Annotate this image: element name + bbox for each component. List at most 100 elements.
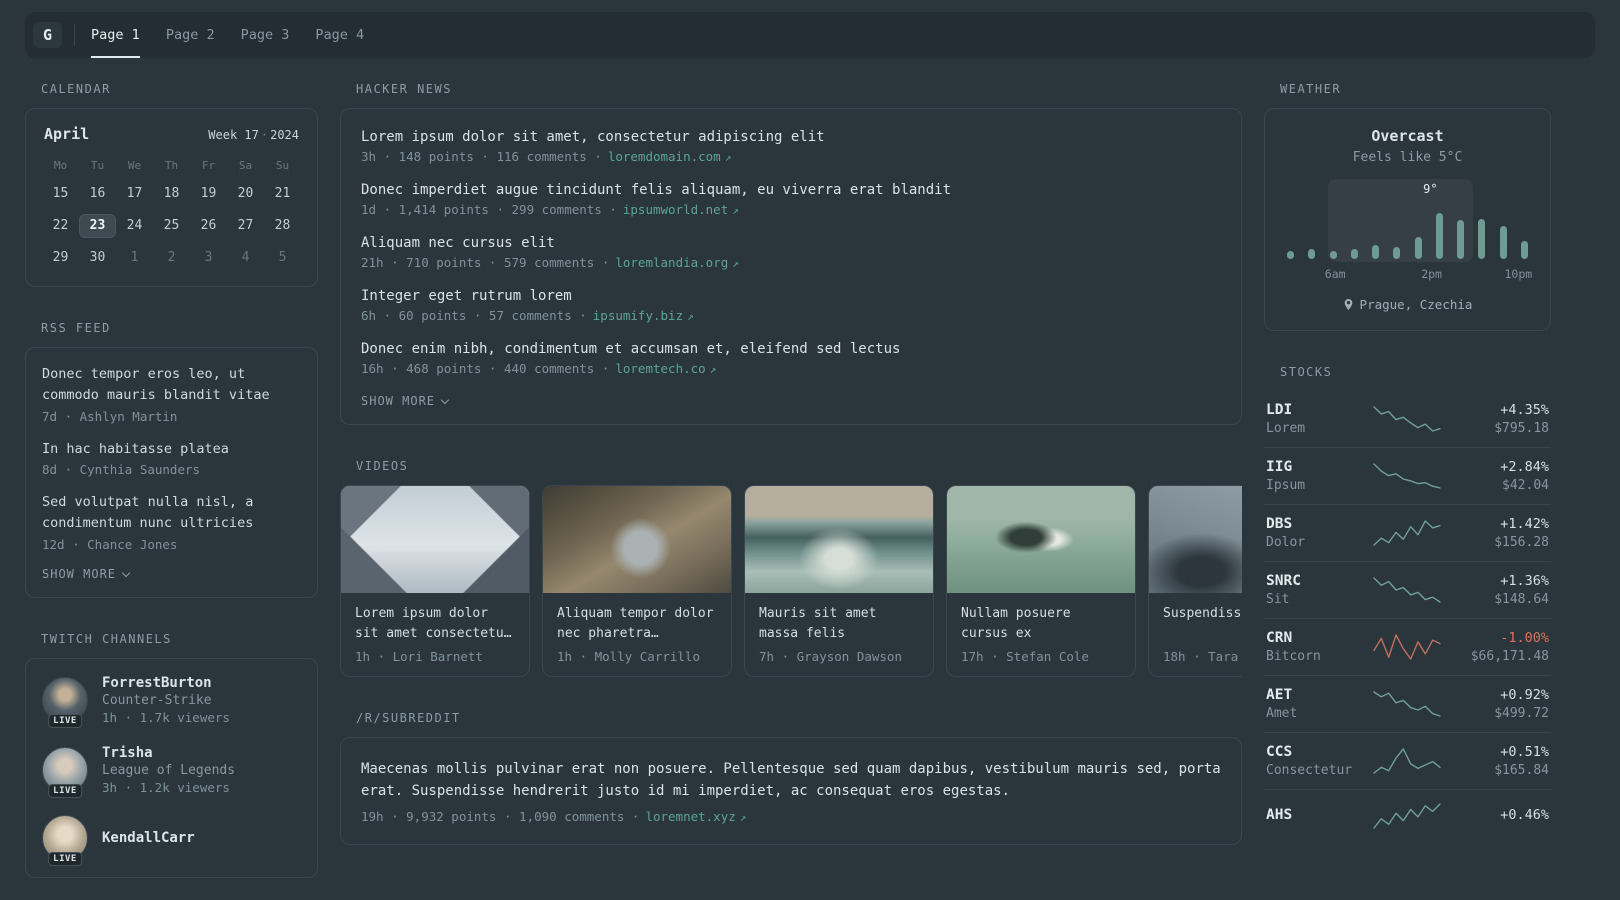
hn-item: Lorem ipsum dolor sit amet, consectetur … [361,129,1221,164]
hn-item-title[interactable]: Aliquam nec cursus elit [361,235,1221,251]
twitch-channel[interactable]: LIVE KendallCarr [42,814,301,866]
hn-item: Aliquam nec cursus elit 21h · 710 points… [361,235,1221,270]
calendar-day-next-month: 4 [241,250,250,265]
video-meta: 1h · Lori Barnett [355,649,483,664]
weather-feels-like: Feels like 5°C [1352,150,1463,165]
hn-item-domain[interactable]: loremlandia.org ↗ [615,255,739,270]
hn-show-more-button[interactable]: SHOW MORE [361,394,1221,408]
stock-price: $148.64 [1494,592,1549,607]
channel-name[interactable]: KendallCarr [102,830,195,846]
stock-sparkline [1372,801,1443,831]
hn-item-stats: 3h · 148 points · 116 comments · [361,149,602,164]
stock-name: Amet [1266,706,1298,721]
stock-ticker: CCS [1266,744,1293,760]
hn-item-title[interactable]: Lorem ipsum dolor sit amet, consectetur … [361,129,1221,145]
channel-category[interactable]: Counter-Strike [102,693,230,708]
rss-show-more-button[interactable]: SHOW MORE [42,567,301,581]
rss-item[interactable]: Donec tempor eros leo, ut commodo mauris… [42,364,301,424]
stock-ticker: SNRC [1266,573,1301,589]
hn-item-title[interactable]: Integer eget rutrum lorem [361,288,1221,304]
reddit-post-title[interactable]: Maecenas mollis pulvinar erat non posuer… [361,758,1221,803]
rss-item[interactable]: In hac habitasse platea 8d · Cynthia Sau… [42,439,301,477]
stock-row[interactable]: IIG Ipsum +2.84% $42.04 [1264,448,1551,505]
calendar-day: 15 [52,186,69,201]
channel-category[interactable]: League of Legends [102,763,235,778]
external-link-icon: ↗ [709,363,717,376]
tab-page-3[interactable]: Page 3 [241,12,290,58]
domain-label: loremtech.co [615,361,706,376]
hn-item-stats: 6h · 60 points · 57 comments · [361,308,587,323]
stock-sparkline [1372,746,1443,776]
peak-temperature-label: 9° [1423,182,1438,196]
tab-page-2[interactable]: Page 2 [166,12,215,58]
stock-row[interactable]: AET Amet +0.92% $499.72 [1264,676,1551,733]
calendar-day: 28 [274,218,291,233]
topbar: G Page 1 Page 2 Page 3 Page 4 [25,12,1595,58]
video-title: Aliquam tempor dolor nec pharetra… [557,606,714,641]
video-card[interactable]: Suspendisse diam 18h · Tara [1148,485,1242,677]
weather-location[interactable]: Prague, Czechia [1282,297,1533,312]
stock-ticker: AET [1266,687,1293,703]
calendar-dates-grid: 15 16 17 18 19 20 21 22 23 24 25 26 27 2… [42,182,301,270]
hn-item-domain[interactable]: ipsumworld.net ↗ [623,202,739,217]
weather-card: Overcast Feels like 5°C 9° 6am 2pm 10pm [1264,108,1551,331]
rss-item-title[interactable]: In hac habitasse platea [42,439,301,460]
stock-name: Consectetur [1266,763,1353,778]
video-title: Lorem ipsum dolor sit amet consectetu… [355,606,512,641]
external-link-icon: ↗ [732,257,739,270]
video-title: Suspendisse diam [1163,606,1242,621]
tab-page-4[interactable]: Page 4 [315,12,364,58]
hn-item-title[interactable]: Donec enim nibh, condimentum et accumsan… [361,341,1221,357]
video-card[interactable]: Aliquam tempor dolor nec pharetra… 1h · … [542,485,732,677]
video-card[interactable]: Mauris sit amet massa felis 7h · Grayson… [744,485,934,677]
tab-page-1[interactable]: Page 1 [91,12,140,58]
stock-change: +2.84% [1500,459,1549,475]
stock-row[interactable]: LDI Lorem +4.35% $795.18 [1264,391,1551,448]
stock-row[interactable]: CRN Bitcorn -1.00% $66,171.48 [1264,619,1551,676]
reddit-post-domain[interactable]: loremnet.xyz ↗ [645,809,746,824]
stock-row[interactable]: DBS Dolor +1.42% $156.28 [1264,505,1551,562]
stock-price: $42.04 [1502,478,1549,493]
stock-change: +0.46% [1500,806,1549,823]
page-tabs: Page 1 Page 2 Page 3 Page 4 [91,12,390,58]
video-card[interactable]: Nullam posuere cursus ex 17h · Stefan Co… [946,485,1136,677]
stock-row[interactable]: CCS Consectetur +0.51% $165.84 [1264,733,1551,790]
stock-sparkline [1372,461,1443,491]
calendar-day: 29 [52,250,69,265]
hn-item-domain[interactable]: loremtech.co ↗ [615,361,716,376]
channel-viewers: 1h · 1.7k viewers [102,709,230,725]
channel-name[interactable]: Trisha [102,745,235,761]
hn-item: Donec enim nibh, condimentum et accumsan… [361,341,1221,376]
rss-item[interactable]: Sed volutpat nulla nisl, a condimentum n… [42,492,301,552]
stock-row[interactable]: AHS +0.46% [1264,790,1551,842]
rss-item-meta: 8d · Cynthia Saunders [42,461,201,477]
external-link-icon: ↗ [724,151,732,164]
show-more-label: SHOW MORE [42,566,117,581]
rss-item-title[interactable]: Sed volutpat nulla nisl, a condimentum n… [42,492,301,535]
video-card[interactable]: Lorem ipsum dolor sit amet consectetu… 1… [340,485,530,677]
video-title: Mauris sit amet massa felis [759,606,877,641]
hn-item-title[interactable]: Donec imperdiet augue tincidunt felis al… [361,182,1221,198]
time-label: 6am [1324,267,1346,281]
twitch-widget: TWITCH CHANNELS LIVE ForrestBurton Count… [25,632,318,878]
stock-price: $499.72 [1494,706,1549,721]
rss-widget-title: RSS FEED [41,321,111,335]
hn-item-domain[interactable]: ipsumify.biz ↗ [593,308,694,323]
chevron-down-icon [440,395,450,405]
rss-item-title[interactable]: Donec tempor eros leo, ut commodo mauris… [42,364,301,407]
twitch-channel[interactable]: LIVE ForrestBurton Counter-Strike 1h · 1… [42,675,301,728]
hn-item-domain[interactable]: loremdomain.com ↗ [608,149,732,164]
video-meta: 18h · Tara [1163,649,1239,664]
twitch-channel[interactable]: LIVE Trisha League of Legends 3h · 1.2k … [42,745,301,798]
video-meta: 1h · Molly Carrillo [557,649,700,664]
app-logo[interactable]: G [33,22,63,48]
hn-item-stats: 1d · 1,414 points · 299 comments · [361,202,617,217]
channel-avatar: LIVE [42,676,88,728]
hn-item: Donec imperdiet augue tincidunt felis al… [361,182,1221,217]
day-header: Mo [53,159,68,172]
domain-label: loremlandia.org [615,255,729,270]
channel-name[interactable]: ForrestBurton [102,675,230,691]
stock-price: $156.28 [1494,535,1549,550]
stock-row[interactable]: SNRC Sit +1.36% $148.64 [1264,562,1551,619]
calendar-widget: CALENDAR April Week 17 · 2024 Mo Tu We Th … [25,82,318,287]
